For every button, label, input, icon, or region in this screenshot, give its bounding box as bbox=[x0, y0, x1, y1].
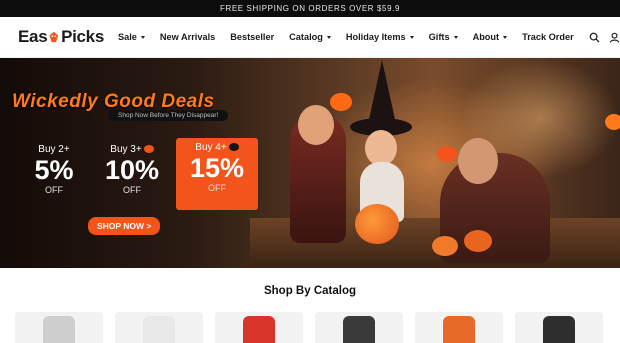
nav-item-label: Bestseller bbox=[230, 32, 275, 42]
search-icon[interactable] bbox=[589, 32, 600, 43]
nav-item-about[interactable]: About bbox=[473, 32, 508, 42]
nav-item-label: Sale bbox=[118, 32, 137, 42]
nav-item-sale[interactable]: Sale bbox=[118, 32, 145, 42]
nav-item-bestseller[interactable]: Bestseller bbox=[230, 32, 274, 42]
catalog-card[interactable] bbox=[115, 312, 203, 343]
deal-off: OFF bbox=[45, 185, 63, 195]
nav-item-catalog[interactable]: Catalog bbox=[289, 32, 331, 42]
cookie-cutter-icon bbox=[143, 316, 175, 343]
witch-hat-cone bbox=[368, 60, 396, 124]
deal-buy-label: Buy 2+ bbox=[38, 144, 70, 155]
nav-item-label: Holiday Items bbox=[345, 32, 406, 42]
logo-text-left: Eas bbox=[18, 27, 48, 46]
chevron-down-icon bbox=[453, 35, 458, 39]
logo-text-right: Picks bbox=[61, 27, 104, 46]
catalog-card[interactable] bbox=[415, 312, 503, 343]
deal-tier-3[interactable]: Buy 4+ 15% OFF bbox=[176, 138, 258, 210]
red-cable-icon bbox=[243, 316, 275, 343]
chevron-down-icon bbox=[503, 35, 508, 39]
jack-o-lantern bbox=[355, 204, 399, 244]
catalog-card[interactable] bbox=[315, 312, 403, 343]
deal-tier-2[interactable]: Buy 3+ 10% OFF bbox=[96, 140, 168, 204]
tool-icon bbox=[343, 316, 375, 343]
catalog-section-title: Shop By Catalog bbox=[263, 285, 356, 297]
deal-off: OFF bbox=[208, 183, 226, 193]
dark-item-icon bbox=[543, 316, 575, 343]
deal-percent: 5% bbox=[34, 155, 74, 185]
brand-logo[interactable]: Eas Picks bbox=[18, 27, 104, 47]
deal-percent: 10% bbox=[104, 155, 160, 185]
nav-item-holiday-items[interactable]: Holiday Items bbox=[346, 32, 414, 42]
chevron-down-icon bbox=[140, 35, 145, 39]
chevron-down-icon bbox=[326, 35, 331, 39]
mother-face bbox=[298, 105, 334, 145]
nav-item-label: Track Order bbox=[522, 32, 574, 42]
nav-item-gifts[interactable]: Gifts bbox=[429, 32, 458, 42]
pumpkin-table-2 bbox=[464, 230, 492, 252]
pumpkin-right bbox=[605, 114, 620, 130]
pumpkin-lamp bbox=[330, 93, 352, 111]
catalog-card[interactable] bbox=[515, 312, 603, 343]
deal-buy-label: Buy 4+ bbox=[195, 142, 227, 153]
main-navigation: Eas Picks Sale New Arrivals Bestseller Cata… bbox=[0, 17, 620, 58]
deal-buy-label: Buy 3+ bbox=[110, 144, 142, 155]
catalog-card[interactable] bbox=[215, 312, 303, 343]
pumpkin-table-1 bbox=[432, 236, 458, 256]
announcement-bar: FREE SHIPPING ON ORDERS OVER $59.9 bbox=[0, 0, 620, 17]
nav-item-label: New Arrivals bbox=[159, 32, 216, 42]
catalog-card[interactable] bbox=[15, 312, 103, 343]
catalog-cards bbox=[0, 312, 620, 343]
deal-tier-1[interactable]: Buy 2+ 5% OFF bbox=[18, 140, 90, 204]
nav-item-label: About bbox=[472, 32, 500, 42]
child-face bbox=[365, 130, 397, 166]
hero-banner[interactable]: Wickedly Good Deals Shop Now Before They… bbox=[0, 58, 620, 268]
account-icon[interactable] bbox=[609, 32, 620, 43]
nav-item-label: Catalog bbox=[289, 32, 323, 42]
deal-off: OFF bbox=[123, 185, 141, 195]
nav-item-label: Gifts bbox=[428, 32, 450, 42]
nav-item-new-arrivals[interactable]: New Arrivals bbox=[160, 32, 215, 42]
nav-item-track-order[interactable]: Track Order bbox=[522, 32, 574, 42]
deal-percent: 15% bbox=[189, 153, 245, 183]
nav-menu: Sale New Arrivals Bestseller Catalog Holiday… bbox=[118, 32, 589, 42]
logo-mascot-icon bbox=[49, 31, 59, 43]
nav-icons bbox=[589, 32, 620, 43]
announcement-text: FREE SHIPPING ON ORDERS OVER $59.9 bbox=[220, 4, 400, 13]
orange-tool-icon bbox=[443, 316, 475, 343]
chevron-down-icon bbox=[409, 35, 414, 39]
pumpkin-small bbox=[437, 146, 457, 162]
father-face bbox=[458, 138, 498, 184]
deal-badge-icon bbox=[143, 145, 154, 154]
bottle-icon bbox=[43, 316, 75, 343]
deal-badge-icon bbox=[228, 143, 239, 152]
hero-subheadline: Shop Now Before They Disappear! bbox=[108, 110, 229, 121]
shop-now-button[interactable]: SHOP NOW > bbox=[88, 217, 161, 235]
